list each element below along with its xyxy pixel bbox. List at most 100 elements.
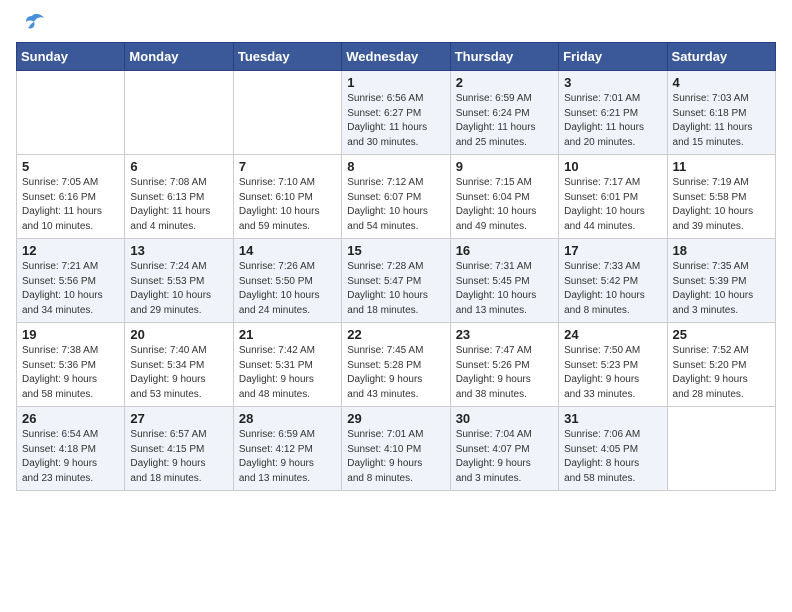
- calendar-cell: 27 Sunrise: 6:57 AM Sunset: 4:15 PM Dayli…: [125, 407, 233, 491]
- day-info: Sunrise: 7:06 AM Sunset: 4:05 PM Dayligh…: [564, 428, 661, 486]
- weekday-header: Friday: [559, 43, 667, 71]
- day-info: Sunrise: 7:47 AM Sunset: 5:26 PM Dayligh…: [456, 344, 553, 402]
- calendar-cell: [125, 71, 233, 155]
- day-number: 20: [130, 327, 227, 342]
- weekday-header: Tuesday: [233, 43, 341, 71]
- day-number: 2: [456, 75, 553, 90]
- calendar-header: SundayMondayTuesdayWednesdayThursdayFrid…: [17, 43, 776, 71]
- day-number: 22: [347, 327, 444, 342]
- day-number: 5: [22, 159, 119, 174]
- calendar-table: SundayMondayTuesdayWednesdayThursdayFrid…: [16, 42, 776, 491]
- day-number: 4: [673, 75, 770, 90]
- calendar-cell: 13 Sunrise: 7:24 AM Sunset: 5:53 PM Dayli…: [125, 239, 233, 323]
- calendar-week-row: 12 Sunrise: 7:21 AM Sunset: 5:56 PM Dayli…: [17, 239, 776, 323]
- calendar-cell: 6 Sunrise: 7:08 AM Sunset: 6:13 PM Daylig…: [125, 155, 233, 239]
- weekday-header: Thursday: [450, 43, 558, 71]
- calendar-cell: 15 Sunrise: 7:28 AM Sunset: 5:47 PM Dayli…: [342, 239, 450, 323]
- day-info: Sunrise: 6:59 AM Sunset: 6:24 PM Dayligh…: [456, 92, 553, 150]
- logo-bird-icon: [18, 12, 46, 34]
- day-info: Sunrise: 7:28 AM Sunset: 5:47 PM Dayligh…: [347, 260, 444, 318]
- page-header: [16, 16, 776, 34]
- day-number: 11: [673, 159, 770, 174]
- weekday-row: SundayMondayTuesdayWednesdayThursdayFrid…: [17, 43, 776, 71]
- day-info: Sunrise: 7:42 AM Sunset: 5:31 PM Dayligh…: [239, 344, 336, 402]
- calendar-cell: 5Sunrise: 7:05 AM Sunset: 6:16 PM Daylig…: [17, 155, 125, 239]
- day-number: 25: [673, 327, 770, 342]
- day-info: Sunrise: 7:15 AM Sunset: 6:04 PM Dayligh…: [456, 176, 553, 234]
- weekday-header: Monday: [125, 43, 233, 71]
- day-info: Sunrise: 7:03 AM Sunset: 6:18 PM Dayligh…: [673, 92, 770, 150]
- day-number: 9: [456, 159, 553, 174]
- calendar-cell: [233, 71, 341, 155]
- calendar-cell: 9 Sunrise: 7:15 AM Sunset: 6:04 PM Daylig…: [450, 155, 558, 239]
- day-info: Sunrise: 7:21 AM Sunset: 5:56 PM Dayligh…: [22, 260, 119, 318]
- calendar-cell: 18Sunrise: 7:35 AM Sunset: 5:39 PM Dayli…: [667, 239, 775, 323]
- day-info: Sunrise: 7:19 AM Sunset: 5:58 PM Dayligh…: [673, 176, 770, 234]
- day-number: 15: [347, 243, 444, 258]
- calendar-cell: 24 Sunrise: 7:50 AM Sunset: 5:23 PM Dayli…: [559, 323, 667, 407]
- calendar-cell: 12 Sunrise: 7:21 AM Sunset: 5:56 PM Dayli…: [17, 239, 125, 323]
- calendar-cell: 25 Sunrise: 7:52 AM Sunset: 5:20 PM Dayli…: [667, 323, 775, 407]
- day-number: 21: [239, 327, 336, 342]
- calendar-cell: 31 Sunrise: 7:06 AM Sunset: 4:05 PM Dayli…: [559, 407, 667, 491]
- day-info: Sunrise: 7:12 AM Sunset: 6:07 PM Dayligh…: [347, 176, 444, 234]
- calendar-cell: 26 Sunrise: 6:54 AM Sunset: 4:18 PM Dayli…: [17, 407, 125, 491]
- day-number: 7: [239, 159, 336, 174]
- day-info: Sunrise: 6:59 AM Sunset: 4:12 PM Dayligh…: [239, 428, 336, 486]
- day-number: 29: [347, 411, 444, 426]
- calendar-cell: 3 Sunrise: 7:01 AM Sunset: 6:21 PM Daylig…: [559, 71, 667, 155]
- day-info: Sunrise: 7:38 AM Sunset: 5:36 PM Dayligh…: [22, 344, 119, 402]
- day-number: 12: [22, 243, 119, 258]
- calendar-cell: 7 Sunrise: 7:10 AM Sunset: 6:10 PM Daylig…: [233, 155, 341, 239]
- calendar-cell: 10Sunrise: 7:17 AM Sunset: 6:01 PM Dayli…: [559, 155, 667, 239]
- calendar-week-row: 5Sunrise: 7:05 AM Sunset: 6:16 PM Daylig…: [17, 155, 776, 239]
- day-number: 8: [347, 159, 444, 174]
- day-info: Sunrise: 7:40 AM Sunset: 5:34 PM Dayligh…: [130, 344, 227, 402]
- day-number: 26: [22, 411, 119, 426]
- calendar-cell: [17, 71, 125, 155]
- day-info: Sunrise: 7:50 AM Sunset: 5:23 PM Dayligh…: [564, 344, 661, 402]
- calendar-week-row: 26 Sunrise: 6:54 AM Sunset: 4:18 PM Dayli…: [17, 407, 776, 491]
- calendar-cell: 14 Sunrise: 7:26 AM Sunset: 5:50 PM Dayli…: [233, 239, 341, 323]
- calendar-week-row: 19 Sunrise: 7:38 AM Sunset: 5:36 PM Dayli…: [17, 323, 776, 407]
- day-info: Sunrise: 7:10 AM Sunset: 6:10 PM Dayligh…: [239, 176, 336, 234]
- calendar-cell: 1 Sunrise: 6:56 AM Sunset: 6:27 PM Daylig…: [342, 71, 450, 155]
- calendar-cell: 30Sunrise: 7:04 AM Sunset: 4:07 PM Dayli…: [450, 407, 558, 491]
- day-number: 14: [239, 243, 336, 258]
- day-number: 6: [130, 159, 227, 174]
- day-number: 23: [456, 327, 553, 342]
- calendar-cell: 28 Sunrise: 6:59 AM Sunset: 4:12 PM Dayli…: [233, 407, 341, 491]
- day-info: Sunrise: 7:01 AM Sunset: 6:21 PM Dayligh…: [564, 92, 661, 150]
- day-number: 1: [347, 75, 444, 90]
- day-info: Sunrise: 6:56 AM Sunset: 6:27 PM Dayligh…: [347, 92, 444, 150]
- day-info: Sunrise: 7:24 AM Sunset: 5:53 PM Dayligh…: [130, 260, 227, 318]
- calendar-cell: 16Sunrise: 7:31 AM Sunset: 5:45 PM Dayli…: [450, 239, 558, 323]
- day-info: Sunrise: 7:08 AM Sunset: 6:13 PM Dayligh…: [130, 176, 227, 234]
- day-number: 24: [564, 327, 661, 342]
- day-info: Sunrise: 7:17 AM Sunset: 6:01 PM Dayligh…: [564, 176, 661, 234]
- weekday-header: Wednesday: [342, 43, 450, 71]
- day-number: 17: [564, 243, 661, 258]
- calendar-cell: 20 Sunrise: 7:40 AM Sunset: 5:34 PM Dayli…: [125, 323, 233, 407]
- calendar-cell: [667, 407, 775, 491]
- day-number: 3: [564, 75, 661, 90]
- day-number: 28: [239, 411, 336, 426]
- calendar-cell: 8 Sunrise: 7:12 AM Sunset: 6:07 PM Daylig…: [342, 155, 450, 239]
- calendar-week-row: 1 Sunrise: 6:56 AM Sunset: 6:27 PM Daylig…: [17, 71, 776, 155]
- day-info: Sunrise: 7:26 AM Sunset: 5:50 PM Dayligh…: [239, 260, 336, 318]
- calendar-cell: 21 Sunrise: 7:42 AM Sunset: 5:31 PM Dayli…: [233, 323, 341, 407]
- day-info: Sunrise: 6:57 AM Sunset: 4:15 PM Dayligh…: [130, 428, 227, 486]
- day-number: 27: [130, 411, 227, 426]
- calendar-cell: 22Sunrise: 7:45 AM Sunset: 5:28 PM Dayli…: [342, 323, 450, 407]
- weekday-header: Sunday: [17, 43, 125, 71]
- weekday-header: Saturday: [667, 43, 775, 71]
- day-info: Sunrise: 7:52 AM Sunset: 5:20 PM Dayligh…: [673, 344, 770, 402]
- day-number: 18: [673, 243, 770, 258]
- calendar-cell: 29 Sunrise: 7:01 AM Sunset: 4:10 PM Dayli…: [342, 407, 450, 491]
- day-info: Sunrise: 7:04 AM Sunset: 4:07 PM Dayligh…: [456, 428, 553, 486]
- day-info: Sunrise: 7:01 AM Sunset: 4:10 PM Dayligh…: [347, 428, 444, 486]
- day-info: Sunrise: 6:54 AM Sunset: 4:18 PM Dayligh…: [22, 428, 119, 486]
- day-number: 31: [564, 411, 661, 426]
- day-number: 19: [22, 327, 119, 342]
- day-number: 13: [130, 243, 227, 258]
